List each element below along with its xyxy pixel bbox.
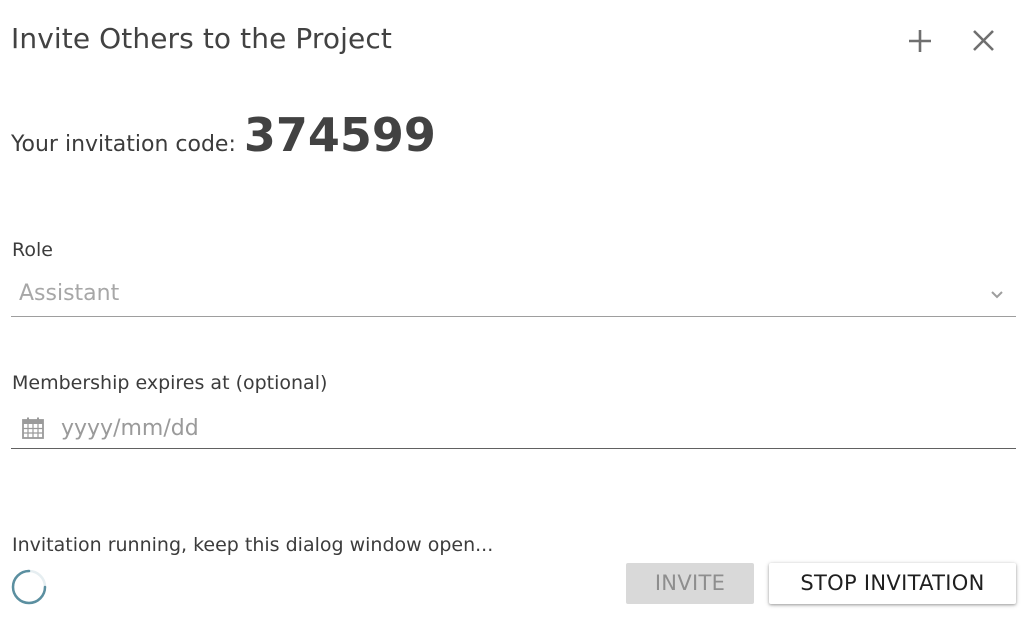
chevron-down-icon xyxy=(991,291,1003,299)
expires-date-input[interactable] xyxy=(61,412,661,444)
status-message: Invitation running, keep this dialog win… xyxy=(12,534,494,556)
close-button[interactable] xyxy=(964,22,1004,62)
invite-button[interactable]: INVITE xyxy=(626,563,754,604)
close-icon xyxy=(973,30,994,51)
expires-date-field xyxy=(11,408,1016,449)
role-label: Role xyxy=(12,239,53,261)
invite-dialog: Invite Others to the Project Your invita… xyxy=(0,0,1024,626)
dialog-title: Invite Others to the Project xyxy=(11,22,392,55)
invitation-code-label: Your invitation code: xyxy=(11,132,236,157)
invitation-code-row: Your invitation code: 374599 xyxy=(11,108,436,162)
role-select[interactable]: Assistant xyxy=(11,276,1016,317)
stop-invitation-button[interactable]: STOP INVITATION xyxy=(769,563,1016,604)
add-button[interactable] xyxy=(900,22,940,62)
invitation-code: 374599 xyxy=(243,108,436,162)
loading-spinner-icon xyxy=(11,569,47,605)
expires-label: Membership expires at (optional) xyxy=(12,372,328,394)
role-selected-value: Assistant xyxy=(19,281,120,306)
plus-icon xyxy=(909,30,931,52)
calendar-icon[interactable] xyxy=(21,416,45,440)
